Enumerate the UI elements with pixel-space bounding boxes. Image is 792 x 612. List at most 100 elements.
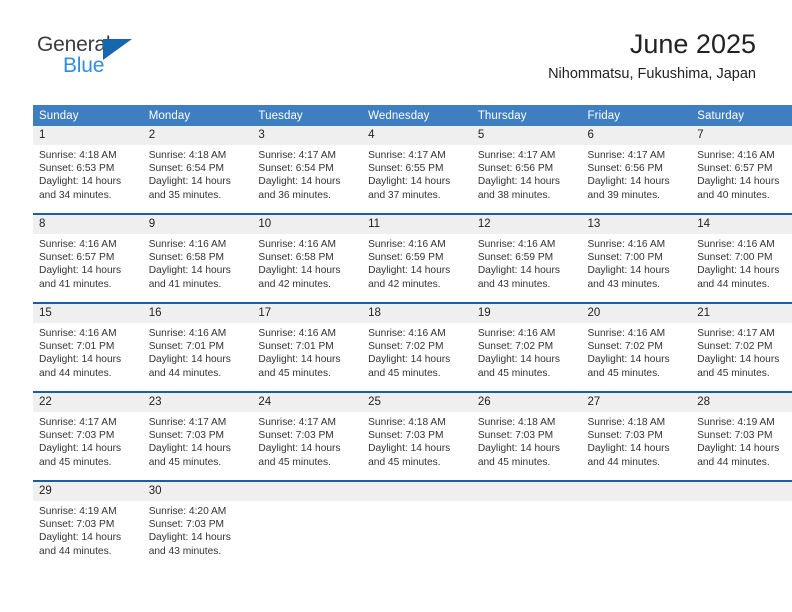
day-cell-details: Sunrise: 4:18 AM Sunset: 6:53 PM Daylight:… — [33, 145, 143, 214]
sunrise-text: Sunrise: 4:16 AM — [697, 239, 775, 250]
daylight-text-line1: Daylight: 14 hours — [368, 443, 451, 455]
sunset-text: Sunset: 7:01 PM — [39, 341, 115, 353]
daylight-text-line1: Daylight: 14 hours — [477, 354, 560, 366]
daylight-text-line2: and 43 minutes. — [148, 545, 222, 557]
day-number[interactable]: 3 — [252, 126, 363, 145]
day-number[interactable]: 24 — [252, 391, 363, 412]
day-number[interactable]: 28 — [691, 391, 792, 412]
day-number[interactable]: 14 — [691, 213, 792, 234]
daylight-text-line2: and 40 minutes. — [697, 189, 770, 201]
day-number[interactable]: 17 — [252, 302, 363, 323]
day-number[interactable]: 7 — [691, 126, 792, 145]
calendar-table: Sunday Monday Tuesday Wednesday Thursday… — [33, 105, 792, 569]
sunrise-text: Sunrise: 4:18 AM — [148, 150, 227, 161]
day-number[interactable]: 23 — [142, 391, 253, 412]
sunrise-text: Sunrise: 4:19 AM — [39, 506, 117, 517]
daylight-text-line1: Daylight: 14 hours — [39, 265, 122, 277]
day-number[interactable]: 4 — [362, 126, 472, 145]
daylight-text-line2: and 41 minutes. — [39, 278, 112, 290]
day-number[interactable]: 1 — [33, 126, 143, 145]
day-cell-details: Sunrise: 4:18 AM Sunset: 7:03 PM Daylight:… — [581, 412, 692, 481]
day-number[interactable]: 10 — [252, 213, 363, 234]
day-cell-empty — [362, 501, 472, 569]
calendar-body: 1 2 3 4 5 6 7 Sunrise: 4:18 AM Sunset: 6:53 PM Da… — [33, 126, 792, 569]
daylight-text-line1: Daylight: 14 hours — [258, 354, 341, 366]
sunset-text: Sunset: 7:02 PM — [368, 341, 444, 353]
day-cell-details: Sunrise: 4:16 AM Sunset: 7:00 PM Daylight:… — [691, 234, 792, 303]
day-cell-details: Sunrise: 4:16 AM Sunset: 6:58 PM Daylight:… — [142, 234, 253, 303]
sunrise-text: Sunrise: 4:17 AM — [587, 150, 666, 161]
weekday-header-thursday: Thursday — [471, 105, 582, 126]
day-number[interactable]: 9 — [142, 213, 253, 234]
day-cell-details: Sunrise: 4:16 AM Sunset: 7:02 PM Daylight:… — [471, 323, 582, 392]
week-row-details: Sunrise: 4:16 AM Sunset: 6:57 PM Daylight:… — [33, 234, 792, 303]
day-number[interactable]: 21 — [691, 302, 792, 323]
sunset-text: Sunset: 7:01 PM — [258, 341, 334, 353]
day-number[interactable]: 30 — [142, 480, 253, 501]
sunset-text: Sunset: 6:59 PM — [368, 252, 444, 264]
day-number[interactable]: 11 — [362, 213, 472, 234]
daylight-text-line2: and 34 minutes. — [39, 189, 112, 201]
daylight-text-line1: Daylight: 14 hours — [477, 443, 560, 455]
sunset-text: Sunset: 7:02 PM — [477, 341, 554, 353]
daylight-text-line2: and 41 minutes. — [148, 278, 222, 290]
day-number[interactable]: 15 — [33, 302, 143, 323]
day-number[interactable]: 16 — [142, 302, 253, 323]
day-cell-details: Sunrise: 4:19 AM Sunset: 7:03 PM Daylight:… — [33, 501, 143, 569]
day-cell-details: Sunrise: 4:16 AM Sunset: 7:01 PM Daylight:… — [142, 323, 253, 392]
sunset-text: Sunset: 7:03 PM — [587, 430, 663, 442]
sunrise-text: Sunrise: 4:16 AM — [697, 150, 775, 161]
day-number[interactable]: 13 — [581, 213, 692, 234]
day-number[interactable]: 5 — [471, 126, 582, 145]
day-number[interactable]: 8 — [33, 213, 143, 234]
day-number[interactable]: 2 — [142, 126, 253, 145]
day-cell-empty — [252, 501, 363, 569]
day-cell-details: Sunrise: 4:17 AM Sunset: 6:56 PM Daylight:… — [581, 145, 692, 214]
sunrise-text: Sunrise: 4:16 AM — [477, 239, 556, 250]
sunrise-text: Sunrise: 4:18 AM — [368, 417, 446, 428]
day-number[interactable]: 20 — [581, 302, 692, 323]
sunrise-text: Sunrise: 4:17 AM — [368, 150, 446, 161]
day-cell-details: Sunrise: 4:17 AM Sunset: 7:03 PM Daylight:… — [142, 412, 253, 481]
daylight-text-line2: and 39 minutes. — [587, 189, 661, 201]
daylight-text-line2: and 45 minutes. — [368, 456, 441, 468]
daylight-text-line1: Daylight: 14 hours — [148, 443, 231, 455]
week-row-daynumbers: 22 23 24 25 26 27 28 — [33, 391, 792, 412]
day-number[interactable]: 25 — [362, 391, 472, 412]
day-number[interactable]: 12 — [471, 213, 582, 234]
sunset-text: Sunset: 6:55 PM — [368, 163, 444, 175]
logo-triangle-icon — [103, 39, 132, 60]
daylight-text-line1: Daylight: 14 hours — [39, 354, 122, 366]
sunrise-text: Sunrise: 4:17 AM — [148, 417, 227, 428]
sunrise-text: Sunrise: 4:16 AM — [39, 328, 117, 339]
daylight-text-line2: and 45 minutes. — [39, 456, 112, 468]
day-cell-details: Sunrise: 4:16 AM Sunset: 7:01 PM Daylight:… — [252, 323, 363, 392]
daylight-text-line2: and 44 minutes. — [39, 367, 112, 379]
sunrise-text: Sunrise: 4:17 AM — [39, 417, 117, 428]
daylight-text-line1: Daylight: 14 hours — [368, 265, 451, 277]
day-number[interactable]: 29 — [33, 480, 143, 501]
day-number[interactable]: 18 — [362, 302, 472, 323]
day-number[interactable]: 27 — [581, 391, 692, 412]
day-cell-details: Sunrise: 4:16 AM Sunset: 6:59 PM Daylight:… — [471, 234, 582, 303]
sunrise-text: Sunrise: 4:17 AM — [258, 150, 336, 161]
daylight-text-line1: Daylight: 14 hours — [368, 176, 451, 188]
week-row-details: Sunrise: 4:16 AM Sunset: 7:01 PM Daylight:… — [33, 323, 792, 392]
daylight-text-line1: Daylight: 14 hours — [258, 265, 341, 277]
day-number[interactable]: 22 — [33, 391, 143, 412]
sunrise-text: Sunrise: 4:16 AM — [258, 239, 336, 250]
day-cell-details: Sunrise: 4:18 AM Sunset: 7:03 PM Daylight:… — [362, 412, 472, 481]
day-cell-details: Sunrise: 4:16 AM Sunset: 7:02 PM Daylight:… — [362, 323, 472, 392]
sunset-text: Sunset: 7:02 PM — [587, 341, 663, 353]
daylight-text-line2: and 44 minutes. — [697, 456, 770, 468]
calendar-table-wrap: Sunday Monday Tuesday Wednesday Thursday… — [33, 105, 792, 569]
day-number[interactable]: 26 — [471, 391, 582, 412]
sunset-text: Sunset: 6:58 PM — [258, 252, 334, 264]
day-number-empty — [362, 480, 472, 501]
day-number-empty — [691, 480, 792, 501]
day-number[interactable]: 6 — [581, 126, 692, 145]
title-block: June 2025 Nihommatsu, Fukushima, Japan — [548, 28, 756, 84]
sunrise-text: Sunrise: 4:16 AM — [39, 239, 117, 250]
day-number[interactable]: 19 — [471, 302, 582, 323]
day-cell-details: Sunrise: 4:16 AM Sunset: 7:00 PM Daylight:… — [581, 234, 692, 303]
